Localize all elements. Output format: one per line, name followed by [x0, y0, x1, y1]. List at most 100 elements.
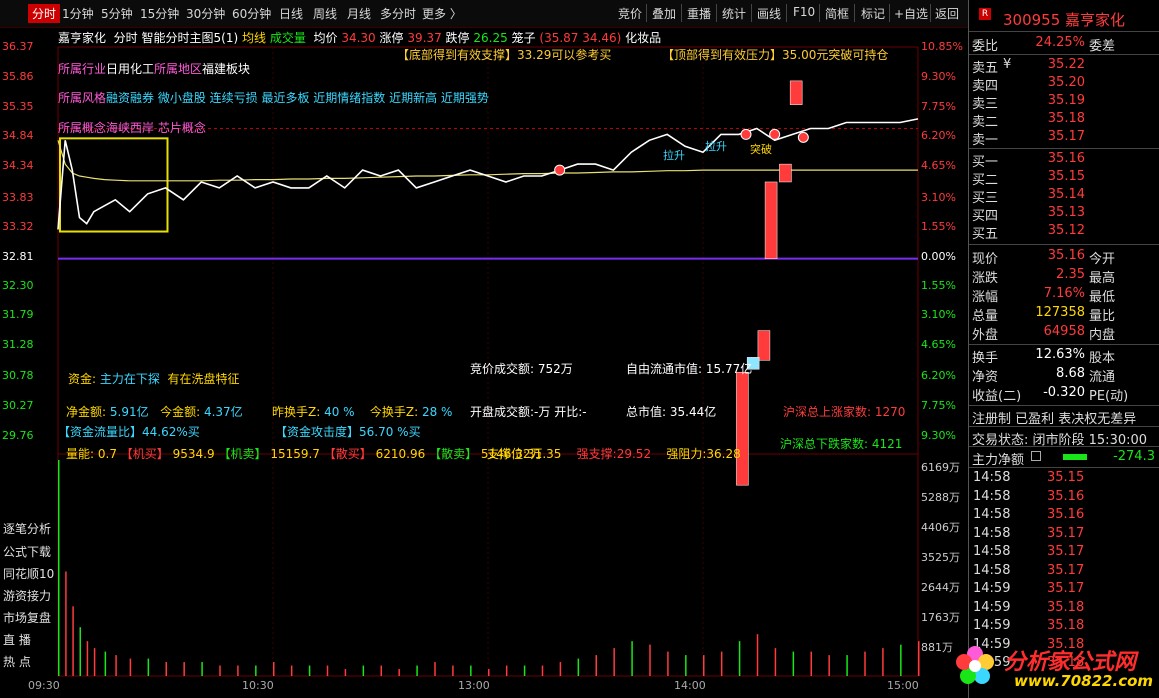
- time-tick: 13:00: [458, 679, 490, 692]
- tab-more[interactable]: 更多 〉: [422, 5, 462, 22]
- tab-5min[interactable]: 5分钟: [101, 5, 133, 22]
- ask-label: 卖四: [972, 79, 999, 94]
- volume-bar: [720, 651, 723, 676]
- tick-row: 14:58 35.15: [969, 470, 1159, 488]
- tick-time: 14:58: [973, 470, 1011, 485]
- side-item-live[interactable]: 直 播: [3, 631, 31, 648]
- tab-weekly[interactable]: 周线: [313, 5, 337, 22]
- stat-value: 8.68: [1056, 366, 1085, 381]
- ask-row[interactable]: 卖三 35.19: [969, 93, 1159, 112]
- stat-label: 涨幅: [972, 290, 999, 305]
- replay-button[interactable]: 重播: [687, 5, 711, 22]
- y-tick-pct: 9.30%: [921, 429, 956, 442]
- volume-bar: [115, 655, 117, 676]
- bid-row[interactable]: 买二 35.15: [969, 169, 1159, 188]
- amount-line: 净金额: 5.91亿 今金额: 4.37亿: [66, 403, 243, 420]
- tick-time: 14:59: [973, 581, 1011, 596]
- divider: [646, 4, 647, 22]
- stat-value: 64958: [1043, 324, 1085, 339]
- auction-button[interactable]: 竞价: [618, 5, 642, 22]
- ask-row[interactable]: 卖二 35.18: [969, 111, 1159, 130]
- tick-price: 35.18: [1047, 618, 1085, 633]
- pull-up-label: 拉升: [663, 149, 685, 162]
- volume-tick: 5288万: [921, 491, 960, 504]
- mark-button[interactable]: 标记: [861, 5, 885, 22]
- side-item-hot[interactable]: 热 点: [3, 653, 31, 670]
- y-tick-price: 35.35: [2, 100, 34, 113]
- intraday-chart[interactable]: 嘉亨家化 分时 智能分时主图5(1) 均线 成交量 均价 34.30 涨停 39…: [0, 28, 968, 698]
- volume-bar: [685, 655, 687, 676]
- tab-60min[interactable]: 60分钟: [232, 5, 271, 22]
- side-item-tick-analysis[interactable]: 逐笔分析: [3, 520, 51, 537]
- volume-tick: 3525万: [921, 551, 960, 564]
- stats-button[interactable]: 统计: [722, 5, 746, 22]
- flow-ratio-label: 【资金流量比】: [58, 425, 143, 439]
- y-tick-pct: 6.20%: [921, 369, 956, 382]
- simple-frame-button[interactable]: 简框: [825, 5, 849, 22]
- stat-row: 涨幅 7.16% 最低: [969, 286, 1159, 305]
- capital-label: 资金:: [68, 372, 97, 386]
- side-item-ths10[interactable]: 同花顺10: [3, 565, 54, 582]
- tab-15min[interactable]: 15分钟: [140, 5, 179, 22]
- main-net-row[interactable]: 主力净额 -274.3: [969, 449, 1159, 468]
- bid-row[interactable]: 买五 35.12: [969, 223, 1159, 242]
- y-tick-pct: 3.10%: [921, 191, 956, 204]
- divider: [930, 4, 931, 22]
- capital-line: 资金: 主力在下探 有在洗盘特征: [68, 370, 240, 387]
- industry-line: 所属行业日用化工所属地区福建板块: [58, 60, 250, 77]
- tick-price: 35.16: [1047, 507, 1085, 522]
- up-count-value: 1270: [874, 405, 906, 419]
- ask-row[interactable]: 卖一 35.17: [969, 129, 1159, 148]
- bottom-support-note: 【底部得到有效支撑】33.29可以参考买: [397, 48, 612, 62]
- chart-mode: 分时: [113, 31, 138, 45]
- indicator-name[interactable]: 智能分时主图5(1): [142, 31, 239, 45]
- volume-bar: [882, 648, 884, 676]
- tick-time: 14:58: [973, 507, 1011, 522]
- f10-button[interactable]: F10: [793, 5, 815, 19]
- stat-label: 收益(二): [972, 389, 1022, 404]
- volume-bar: [864, 651, 866, 676]
- tab-daily[interactable]: 日线: [279, 5, 303, 22]
- time-tick: 14:00: [674, 679, 706, 692]
- volume-bar: [613, 648, 615, 676]
- concept-label: 所属概念: [58, 121, 107, 135]
- stat-value: 2.35: [1056, 267, 1085, 282]
- side-item-market-review[interactable]: 市场复盘: [3, 609, 51, 626]
- wash-note: 有在洗盘特征: [167, 372, 240, 386]
- bid-row[interactable]: 买四 35.13: [969, 205, 1159, 224]
- tab-fenshi[interactable]: 分时: [28, 4, 61, 23]
- volume-bar: [452, 665, 454, 676]
- net-flow-bar: [1063, 454, 1087, 460]
- list-icon[interactable]: [1031, 451, 1041, 461]
- qty-ratio-label: 量能:: [66, 447, 95, 461]
- tab-30min[interactable]: 30分钟: [186, 5, 225, 22]
- toolbar: 分时 1分钟 5分钟 15分钟 30分钟 60分钟 日线 周线 月线 多分时 更…: [0, 0, 968, 28]
- retail-buy-value: 6210.96: [375, 447, 426, 461]
- ask-row[interactable]: 卖五 ¥ 35.22: [969, 57, 1159, 76]
- volume-bar: [398, 669, 400, 676]
- stat-row: 涨跌 2.35 最高: [969, 267, 1159, 286]
- ask-row[interactable]: 卖四 35.20: [969, 75, 1159, 94]
- signal-marker: [740, 128, 752, 140]
- divider: [786, 4, 787, 22]
- side-item-hot-money[interactable]: 游资接力: [3, 587, 51, 604]
- side-item-formula-download[interactable]: 公式下载: [3, 543, 51, 560]
- overlay-button[interactable]: 叠加: [652, 5, 676, 22]
- back-button[interactable]: 返回: [935, 5, 959, 22]
- bid-row[interactable]: 买一 35.16: [969, 151, 1159, 170]
- volume-bar: [488, 669, 490, 676]
- add-watchlist-button[interactable]: +自选: [894, 5, 928, 22]
- tab-multi-fenshi[interactable]: 多分时: [380, 5, 416, 22]
- volume-bar: [58, 460, 60, 676]
- tick-price: 35.17: [1047, 525, 1085, 541]
- tick-time: 14:59: [973, 599, 1011, 615]
- tab-1min[interactable]: 1分钟: [62, 5, 94, 22]
- tab-monthly[interactable]: 月线: [347, 5, 371, 22]
- bid-row[interactable]: 买三 35.14: [969, 187, 1159, 206]
- volume-bar: [470, 665, 472, 676]
- r-badge-icon: R: [979, 8, 991, 20]
- draw-line-button[interactable]: 画线: [757, 5, 781, 22]
- divider: [969, 467, 1159, 468]
- divider: [751, 4, 752, 22]
- volume-bar: [201, 662, 203, 676]
